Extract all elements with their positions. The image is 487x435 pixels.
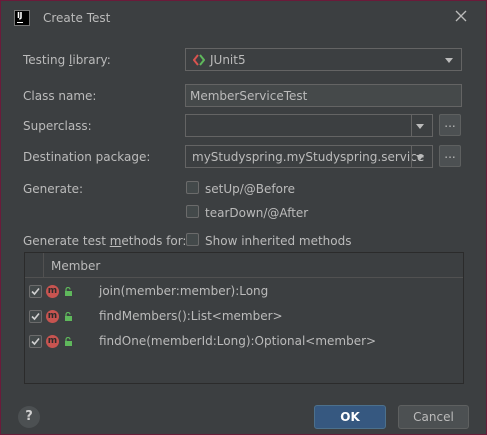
generate-label: Generate: — [23, 182, 84, 196]
generate-methods-label-pre: Generate test — [23, 234, 110, 248]
generate-methods-label-post: ethods for: — [121, 234, 187, 248]
chevron-down-icon — [445, 58, 453, 63]
dialog-title: Create Test — [43, 11, 111, 25]
row-checkbox[interactable] — [29, 310, 42, 323]
combo-separator — [411, 146, 412, 167]
teardown-label: tearDown/@After — [205, 206, 309, 220]
app-icon-underscore — [17, 22, 23, 23]
public-access-icon — [64, 286, 73, 296]
superclass-combo[interactable] — [185, 114, 433, 137]
superclass-label: Superclass: — [23, 119, 92, 133]
method-icon: m — [46, 310, 59, 323]
table-row[interactable]: m join(member:member):Long — [25, 279, 463, 303]
table-header: Member — [25, 253, 463, 278]
public-access-icon — [64, 311, 73, 321]
generate-methods-label: Generate test methods for: — [23, 234, 186, 248]
method-label: join(member:member):Long — [99, 284, 269, 298]
testing-library-value: JUnit5 — [210, 53, 246, 67]
teardown-checkbox[interactable] — [186, 205, 199, 218]
ok-button[interactable]: OK — [314, 405, 386, 429]
class-name-label: Class name: — [23, 89, 97, 103]
show-inherited-checkbox[interactable] — [186, 233, 199, 246]
testing-library-label-pre: Testing — [23, 53, 70, 67]
public-access-icon — [64, 336, 73, 346]
table-row[interactable]: m findMembers():List<member> — [25, 304, 463, 328]
combo-separator — [411, 115, 412, 136]
show-inherited-label: Show inherited methods — [205, 234, 352, 248]
method-icon: m — [46, 285, 59, 298]
close-icon[interactable] — [451, 6, 471, 26]
header-divider — [43, 253, 44, 277]
testing-library-dropdown[interactable]: JUnit5 — [185, 48, 462, 71]
destination-package-combo[interactable]: myStudyspring.myStudyspring.service — [185, 145, 433, 168]
intellij-app-icon: IJ — [14, 10, 30, 26]
row-checkbox[interactable] — [29, 335, 42, 348]
superclass-browse-button[interactable]: ... — [439, 114, 461, 136]
setup-checkbox[interactable] — [186, 181, 199, 194]
cancel-button[interactable]: Cancel — [398, 405, 469, 429]
table-row[interactable]: m findOne(memberId:Long):Optional<member… — [25, 329, 463, 353]
member-column-header[interactable]: Member — [51, 259, 100, 273]
app-icon-text: IJ — [17, 11, 22, 20]
method-icon: m — [46, 335, 59, 348]
destination-browse-button[interactable]: ... — [439, 145, 461, 167]
members-table: Member m join(member:member):Long m find… — [24, 252, 464, 384]
junit-icon — [192, 54, 206, 66]
method-label: findOne(memberId:Long):Optional<member> — [99, 334, 377, 348]
destination-package-label: Destination package: — [23, 150, 151, 164]
create-test-dialog: IJ Create Test Testing library: JUnit5 C… — [0, 0, 487, 435]
help-button[interactable]: ? — [18, 406, 40, 428]
destination-package-value: myStudyspring.myStudyspring.service — [192, 150, 425, 164]
setup-label: setUp/@Before — [205, 182, 296, 196]
testing-library-label: Testing library: — [23, 53, 111, 67]
chevron-down-icon[interactable] — [416, 155, 424, 160]
title-bar: IJ Create Test — [1, 1, 486, 35]
class-name-field[interactable]: MemberServiceTest — [185, 84, 462, 107]
method-label: findMembers():List<member> — [99, 309, 283, 323]
generate-methods-label-mnemonic: m — [109, 234, 122, 248]
testing-library-label-post: ibrary: — [72, 53, 111, 67]
row-checkbox[interactable] — [29, 285, 42, 298]
chevron-down-icon[interactable] — [416, 124, 424, 129]
class-name-value: MemberServiceTest — [190, 89, 308, 103]
